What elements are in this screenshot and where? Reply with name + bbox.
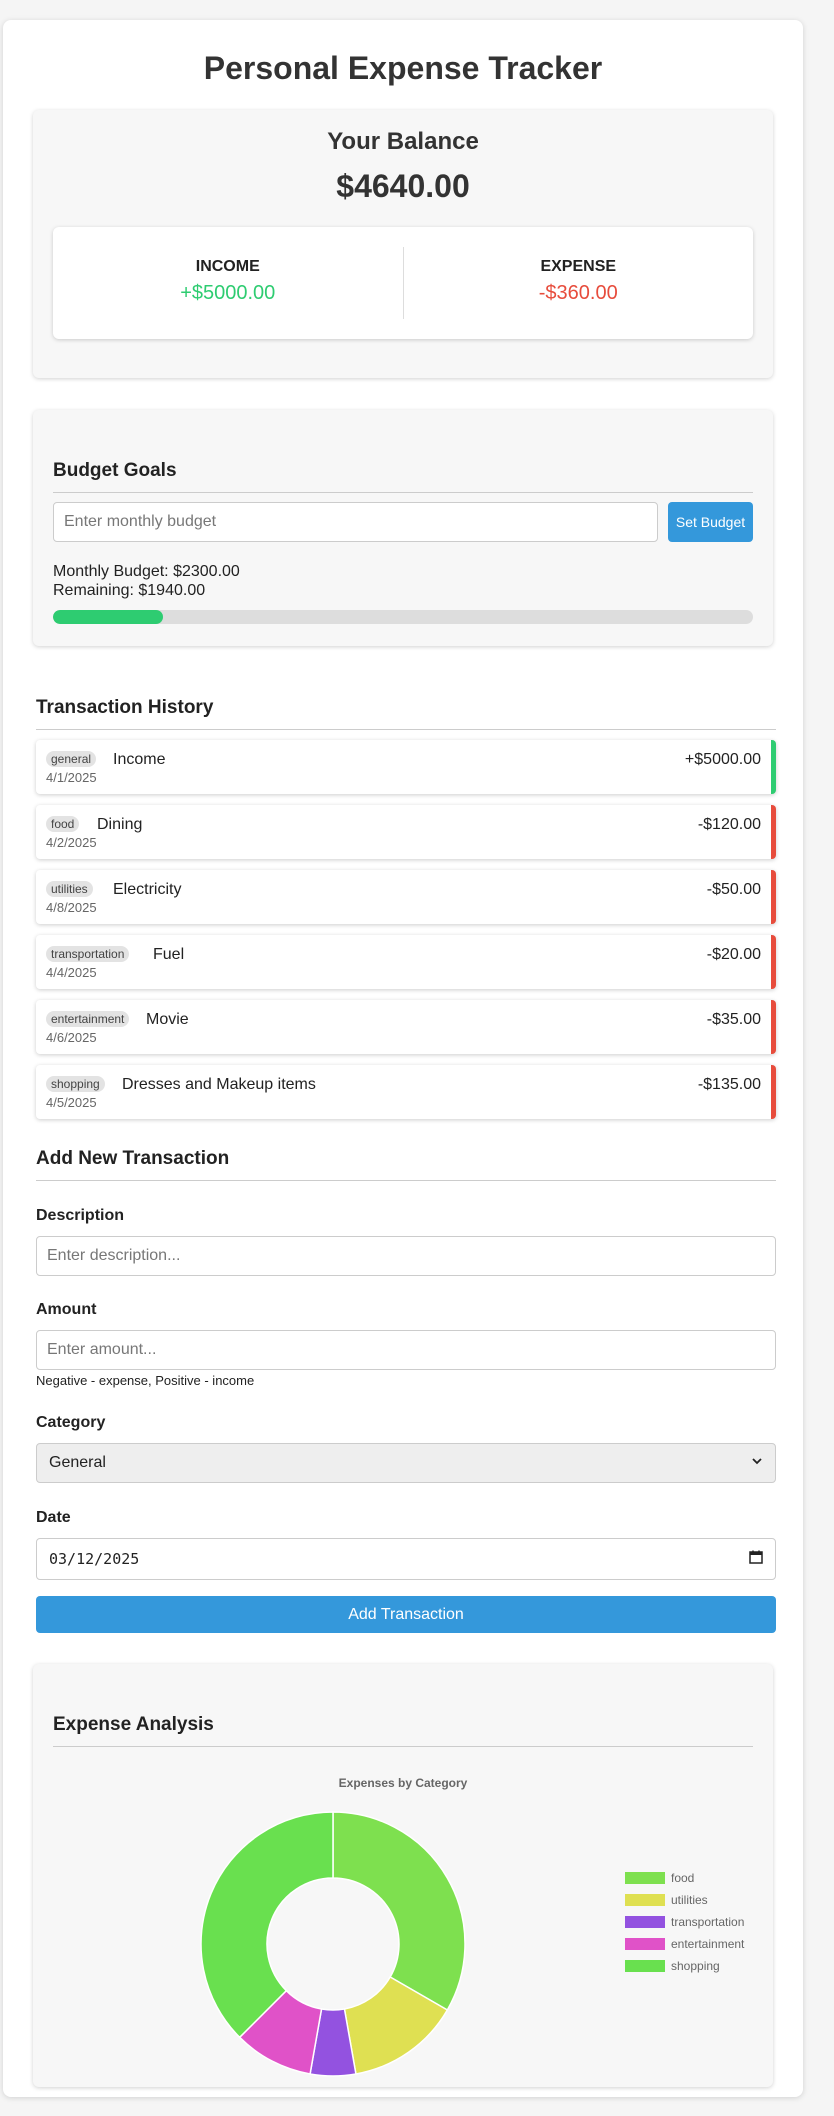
add-transaction-heading: Add New Transaction [36, 1148, 776, 1181]
add-transaction-button[interactable]: Add Transaction [36, 1596, 776, 1633]
transaction-category-badge: shopping [46, 1076, 105, 1092]
transaction-date: 4/6/2025 [46, 1030, 97, 1045]
transaction-category-badge: transportation [46, 946, 130, 962]
transaction-amount: -$35.00 [706, 1011, 761, 1028]
amount-label: Amount [36, 1301, 97, 1318]
remaining-budget-text: Remaining: $1940.00 [53, 582, 206, 599]
monthly-budget-text: Monthly Budget: $2300.00 [53, 563, 240, 580]
transaction-description: Dining [97, 816, 143, 833]
legend-item-food[interactable]: food [625, 1867, 744, 1889]
transaction-item[interactable]: shopping 4/5/2025 Dresses and Makeup items… [36, 1065, 776, 1119]
legend-label: entertainment [671, 1937, 745, 1951]
expense-analysis-panel: Expense Analysis Expenses by Category fo… [33, 1664, 773, 2087]
budget-progress-bar [53, 610, 753, 624]
transaction-category-badge: food [46, 816, 80, 832]
transaction-date: 4/1/2025 [46, 770, 97, 785]
legend-swatch [625, 1872, 665, 1884]
transaction-description: Income [113, 751, 166, 768]
legend-label: utilities [671, 1893, 708, 1907]
chart-title: Expenses by Category [338, 1776, 468, 1790]
page-title: Personal Expense Tracker [203, 50, 603, 86]
balance-label: Your Balance [327, 128, 479, 155]
transaction-description: Electricity [113, 881, 182, 898]
legend-label: transportation [671, 1915, 745, 1929]
legend-item-utilities[interactable]: utilities [625, 1889, 744, 1911]
income-expense-card: INCOME +$5000.00 EXPENSE -$360.00 [53, 227, 753, 339]
budget-input[interactable]: Enter monthly budget [53, 502, 658, 542]
transaction-date: 4/4/2025 [46, 965, 97, 980]
expense-donut-chart [200, 1811, 466, 2077]
donut-slice-food[interactable] [332, 1811, 466, 2012]
expense-value: -$360.00 [538, 282, 618, 304]
date-input[interactable]: 03/12/2025 [36, 1538, 776, 1580]
expense-label: EXPENSE [540, 258, 617, 275]
balance-amount: $4640.00 [336, 168, 470, 204]
transaction-description: Fuel [153, 946, 185, 963]
transaction-item[interactable]: general 4/1/2025 Income +$5000.00 [36, 740, 776, 794]
income-value: +$5000.00 [180, 282, 276, 304]
budget-progress-fill [53, 610, 163, 624]
date-label: Date [36, 1509, 71, 1526]
transaction-description: Dresses and Makeup items [122, 1076, 316, 1093]
donut-slice-shopping[interactable] [200, 1811, 334, 2039]
income-column: INCOME +$5000.00 [53, 227, 403, 339]
chart-legend: food utilities transportation entertainment… [625, 1867, 744, 1977]
amount-input[interactable]: Enter amount... [36, 1330, 776, 1370]
description-label: Description [36, 1207, 125, 1224]
transaction-amount: -$135.00 [697, 1076, 761, 1093]
transaction-amount: -$120.00 [697, 816, 761, 833]
transaction-category-badge: general [46, 751, 97, 767]
transaction-date: 4/2/2025 [46, 835, 97, 850]
chevron-down-icon [751, 1454, 763, 1472]
transaction-item[interactable]: utilities 4/8/2025 Electricity -$50.00 [36, 870, 776, 924]
transaction-amount: -$20.00 [706, 946, 761, 963]
transaction-date: 4/8/2025 [46, 900, 97, 915]
budget-panel: Budget Goals Enter monthly budget Set Bu… [33, 410, 773, 646]
transaction-amount: -$50.00 [706, 881, 761, 898]
expense-column: EXPENSE -$360.00 [404, 227, 754, 339]
legend-item-shopping[interactable]: shopping [625, 1955, 744, 1977]
transaction-category-badge: utilities [46, 881, 93, 897]
legend-label: shopping [671, 1959, 720, 1973]
transaction-item[interactable]: entertainment 4/6/2025 Movie -$35.00 [36, 1000, 776, 1054]
budget-heading: Budget Goals [53, 460, 753, 493]
transaction-amount: +$5000.00 [684, 751, 761, 768]
legend-swatch [625, 1894, 665, 1906]
date-value: 03/12/2025 [49, 1550, 140, 1568]
set-budget-button[interactable]: Set Budget [668, 502, 753, 542]
category-select[interactable]: General [36, 1443, 776, 1483]
category-label: Category [36, 1414, 106, 1431]
category-selected-value: General [49, 1454, 106, 1471]
description-input[interactable]: Enter description... [36, 1236, 776, 1276]
legend-item-entertainment[interactable]: entertainment [625, 1933, 744, 1955]
legend-label: food [671, 1871, 695, 1885]
transaction-description: Movie [146, 1011, 189, 1028]
app-container: Personal Expense Tracker Your Balance $4… [3, 20, 803, 2097]
income-label: INCOME [195, 258, 260, 275]
transaction-history-heading: Transaction History [36, 697, 776, 730]
transaction-date: 4/5/2025 [46, 1095, 97, 1110]
legend-item-transportation[interactable]: transportation [625, 1911, 744, 1933]
legend-swatch [625, 1938, 665, 1950]
balance-panel: Your Balance $4640.00 INCOME +$5000.00 E… [33, 110, 773, 378]
legend-swatch [625, 1916, 665, 1928]
transaction-category-badge: entertainment [46, 1011, 130, 1027]
legend-swatch [625, 1960, 665, 1972]
transaction-item[interactable]: transportation 4/4/2025 Fuel -$20.00 [36, 935, 776, 989]
amount-hint: Negative - expense, Positive - income [36, 1373, 255, 1388]
calendar-icon[interactable] [749, 1550, 763, 1568]
transaction-item[interactable]: food 4/2/2025 Dining -$120.00 [36, 805, 776, 859]
analysis-heading: Expense Analysis [53, 1714, 753, 1747]
